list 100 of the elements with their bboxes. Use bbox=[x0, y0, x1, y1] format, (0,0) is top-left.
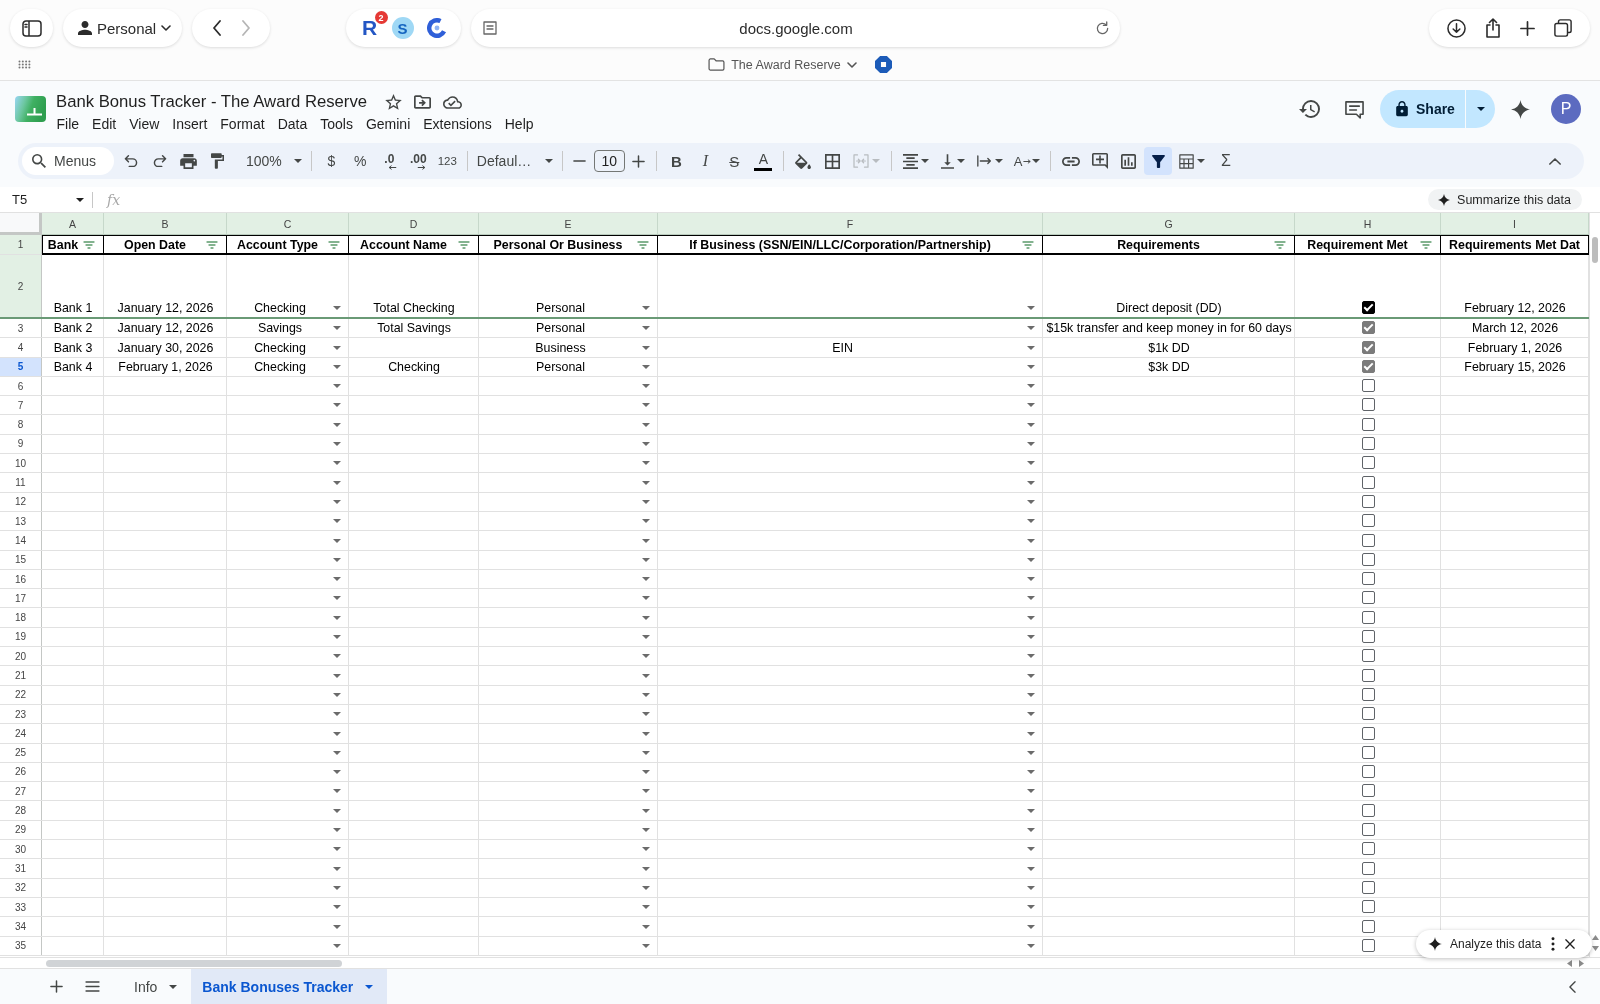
menu-item[interactable]: Tools bbox=[313, 116, 360, 132]
menu-item[interactable]: Gemini bbox=[359, 116, 417, 132]
fill-color-icon[interactable] bbox=[795, 153, 812, 169]
column-header[interactable]: B bbox=[104, 213, 227, 235]
scrollbar-thumb[interactable] bbox=[46, 959, 342, 967]
menu-item[interactable]: Help bbox=[498, 116, 541, 132]
menu-item[interactable]: Format bbox=[213, 116, 272, 132]
sparkle-icon[interactable] bbox=[1438, 193, 1451, 206]
cloud-check-icon[interactable] bbox=[443, 95, 463, 109]
caret-icon[interactable] bbox=[544, 159, 553, 163]
caret-icon[interactable] bbox=[293, 159, 302, 163]
arrow-right-icon[interactable] bbox=[416, 164, 426, 170]
folder-move-icon[interactable] bbox=[414, 95, 432, 109]
checkbox[interactable] bbox=[1361, 379, 1375, 393]
close-icon[interactable] bbox=[1565, 939, 1576, 949]
align-bottom-icon[interactable] bbox=[940, 153, 954, 169]
checkbox[interactable] bbox=[1361, 301, 1375, 314]
add-comment-icon[interactable] bbox=[1092, 153, 1108, 169]
plus-icon[interactable] bbox=[632, 154, 646, 168]
chevron-down-icon[interactable] bbox=[846, 61, 857, 68]
filter-icon[interactable] bbox=[1152, 154, 1165, 168]
checkbox[interactable] bbox=[1361, 784, 1375, 798]
caret-icon[interactable] bbox=[994, 159, 1003, 163]
checkbox[interactable] bbox=[1361, 359, 1375, 373]
chart-icon[interactable] bbox=[1121, 153, 1137, 169]
bookmark-folder[interactable]: The Award Reserve bbox=[708, 57, 857, 72]
checkbox[interactable] bbox=[1361, 572, 1375, 586]
chevron-left-icon[interactable] bbox=[212, 20, 221, 36]
font-dropdown[interactable]: Defaul… bbox=[472, 147, 557, 175]
italic-button[interactable]: I bbox=[690, 147, 720, 175]
menu-item[interactable]: Extensions bbox=[416, 116, 499, 132]
decrease-decimal-button[interactable]: .0 bbox=[374, 147, 404, 175]
caret-icon[interactable] bbox=[1032, 159, 1041, 163]
more-icon[interactable] bbox=[1551, 937, 1556, 951]
column-header[interactable]: I bbox=[1441, 213, 1589, 235]
number-format-button[interactable]: 123 bbox=[432, 147, 462, 175]
checkbox[interactable] bbox=[1361, 456, 1375, 470]
menu-item[interactable]: Edit bbox=[85, 116, 123, 132]
column-header[interactable]: A bbox=[42, 213, 104, 235]
menu-icon[interactable] bbox=[85, 981, 100, 992]
menu-item[interactable]: File bbox=[50, 116, 86, 132]
bold-button[interactable]: B bbox=[661, 147, 691, 175]
redo-icon[interactable] bbox=[152, 155, 167, 167]
tabs-icon[interactable] bbox=[1554, 19, 1573, 37]
checkbox[interactable] bbox=[1361, 321, 1375, 335]
analyze-button[interactable]: Analyze this data bbox=[1428, 937, 1542, 951]
checkbox[interactable] bbox=[1361, 398, 1375, 412]
scroll-right-icon[interactable] bbox=[1579, 959, 1584, 967]
checkbox[interactable] bbox=[1361, 417, 1375, 431]
checkbox[interactable] bbox=[1361, 842, 1375, 856]
column-header[interactable]: C bbox=[227, 213, 349, 235]
summarize-button[interactable]: Summarize this data bbox=[1428, 189, 1582, 210]
checkbox[interactable] bbox=[1361, 437, 1375, 451]
folder-icon[interactable] bbox=[708, 58, 726, 71]
zoom-dropdown[interactable]: 100% bbox=[242, 147, 306, 175]
arrow-left-icon[interactable] bbox=[387, 164, 397, 170]
caret-icon[interactable] bbox=[920, 159, 929, 163]
minus-icon[interactable] bbox=[573, 160, 587, 162]
scroll-down-icon[interactable] bbox=[1591, 946, 1599, 951]
checkbox[interactable] bbox=[1361, 938, 1375, 952]
text-rotation-button[interactable]: A bbox=[1008, 147, 1046, 175]
comment-icon[interactable] bbox=[1344, 99, 1365, 119]
row-header[interactable]: 1 bbox=[0, 235, 42, 255]
checkbox[interactable] bbox=[1361, 823, 1375, 836]
table-grid-icon[interactable] bbox=[1179, 153, 1195, 169]
column-header[interactable]: E bbox=[479, 213, 658, 235]
search-icon[interactable] bbox=[32, 154, 46, 168]
scroll-left-icon[interactable] bbox=[1567, 959, 1572, 967]
sparkle-icon[interactable] bbox=[1428, 937, 1442, 951]
checkbox[interactable] bbox=[1361, 630, 1375, 644]
cell-reference-field[interactable]: T5 bbox=[0, 187, 92, 212]
checkbox[interactable] bbox=[1361, 765, 1375, 779]
checkbox[interactable] bbox=[1361, 861, 1375, 875]
caret-icon[interactable] bbox=[169, 984, 178, 989]
align-center-icon[interactable] bbox=[902, 153, 918, 169]
font-size-field[interactable]: 10 bbox=[593, 150, 625, 172]
apps-grid-icon[interactable] bbox=[18, 60, 31, 69]
caret-icon[interactable] bbox=[956, 159, 965, 163]
arc-logo-icon[interactable] bbox=[426, 18, 447, 38]
column-header[interactable]: H bbox=[1295, 213, 1441, 235]
paint-format-icon[interactable] bbox=[211, 153, 224, 169]
search-field[interactable]: Menus bbox=[22, 147, 114, 175]
history-icon[interactable] bbox=[1299, 100, 1320, 118]
text-wrap-icon[interactable] bbox=[976, 155, 992, 167]
menu-item[interactable]: View bbox=[122, 116, 166, 132]
person-icon[interactable] bbox=[78, 21, 92, 35]
share-button[interactable]: Share bbox=[1380, 90, 1465, 128]
undo-icon[interactable] bbox=[123, 155, 138, 167]
checkbox[interactable] bbox=[1361, 494, 1375, 508]
checkbox[interactable] bbox=[1361, 475, 1375, 489]
checkbox[interactable] bbox=[1361, 514, 1375, 528]
caret-icon[interactable] bbox=[1476, 107, 1485, 111]
chevron-left-icon[interactable] bbox=[1569, 980, 1576, 993]
checkbox[interactable] bbox=[1361, 552, 1375, 566]
sidebar-button[interactable] bbox=[10, 9, 53, 47]
checkbox[interactable] bbox=[1361, 668, 1375, 682]
reload-icon[interactable] bbox=[1095, 20, 1110, 36]
borders-icon[interactable] bbox=[824, 153, 840, 169]
currency-format-button[interactable]: $ bbox=[316, 147, 346, 175]
extension-button[interactable]: S bbox=[391, 17, 414, 39]
